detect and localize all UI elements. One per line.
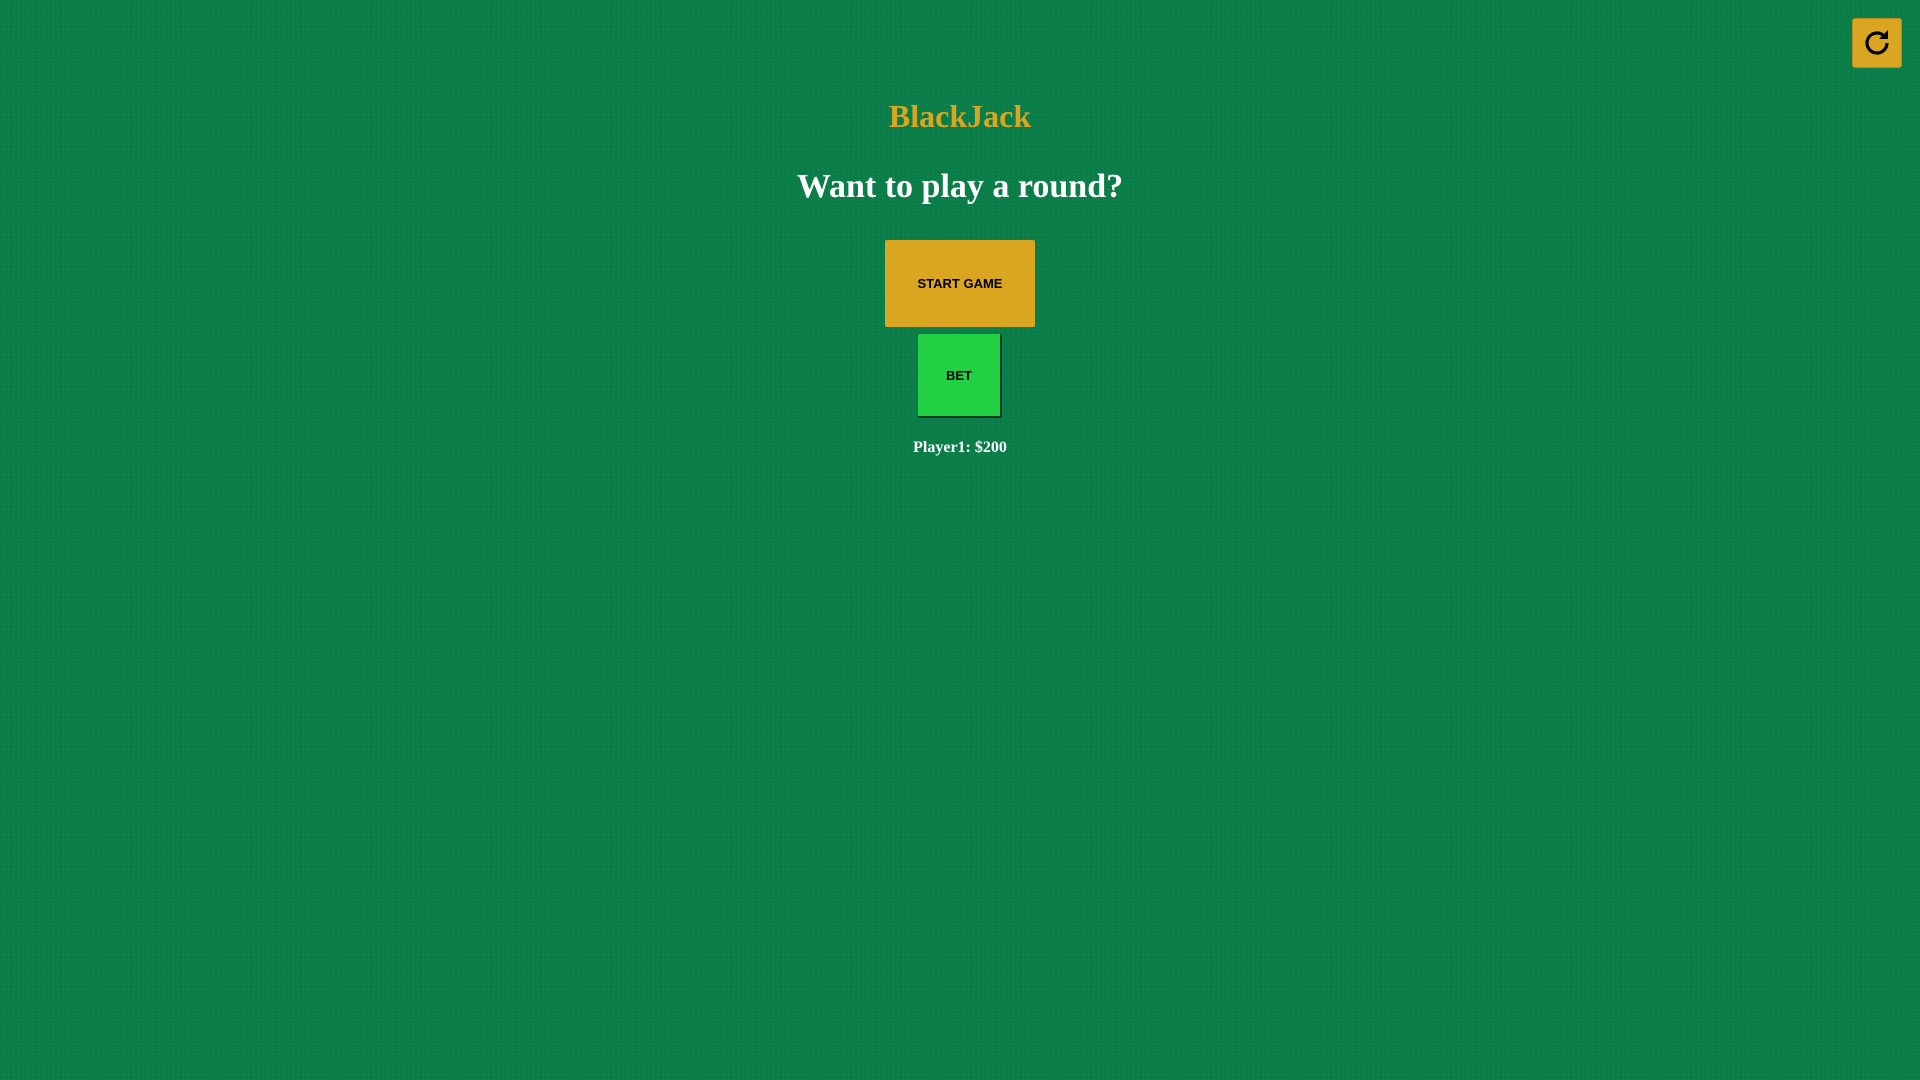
bet-button[interactable]: BET — [918, 334, 1002, 418]
start-game-button[interactable]: START GAME — [885, 240, 1035, 327]
game-title: BlackJack — [888, 98, 1032, 134]
player-balance: Player1: $200 — [913, 439, 1007, 456]
reset-button[interactable] — [1852, 18, 1902, 68]
refresh-icon — [1861, 27, 1893, 59]
play-prompt: Want to play a round? — [796, 168, 1124, 205]
